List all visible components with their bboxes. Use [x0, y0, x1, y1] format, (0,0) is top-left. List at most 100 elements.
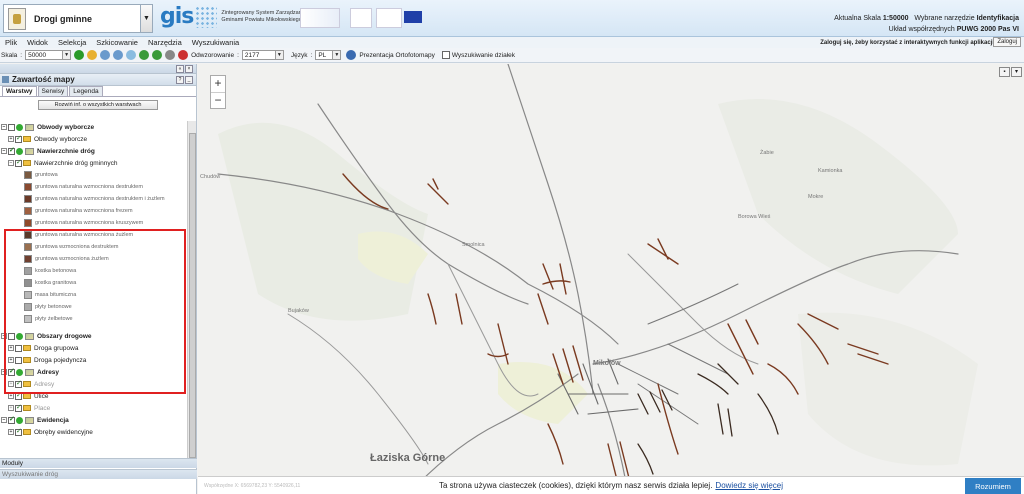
zoom-in-button[interactable]: + [211, 76, 225, 92]
lang-select-value: PL [318, 51, 327, 59]
highlight-frame [4, 229, 186, 394]
chevron-down-icon[interactable]: ▼ [274, 51, 283, 59]
collapse-icon[interactable]: − [1, 417, 7, 423]
lang-select[interactable]: PL ▼ [315, 50, 342, 60]
collapse-icon[interactable]: « [176, 65, 184, 73]
close-icon[interactable]: × [185, 65, 193, 73]
map-view[interactable]: + − ▪ ▾ Chudów Smolnica Bujaków Mikołów … [198, 64, 1024, 494]
globe-icon [346, 50, 357, 60]
menu-plik[interactable]: Plik [0, 38, 22, 47]
tree-layer-obwody[interactable]: + Obwody wyborcze [0, 133, 186, 145]
chevron-down-icon[interactable]: ▼ [140, 5, 152, 32]
collapse-icon[interactable]: − [1, 124, 7, 130]
map-label-chudow: Chudów [200, 174, 221, 180]
next-view-icon[interactable] [152, 50, 163, 60]
map-label-smolnica: Smolnica [462, 242, 485, 248]
layer-checkbox[interactable] [15, 403, 22, 412]
lang-label: Język [290, 51, 308, 59]
menu-szkicowanie[interactable]: Szkicowanie [91, 38, 143, 47]
zoom-extent-icon[interactable] [126, 50, 137, 60]
tree-group-obwody[interactable]: − Obwody wyborcze [0, 121, 186, 133]
tool-status-value: Identyfikacja [976, 15, 1019, 22]
tree-layer-place[interactable]: + Place [0, 402, 186, 414]
tree-label: Nawierzchnie dróg [37, 147, 95, 155]
folder-icon [23, 405, 31, 411]
slaskie-logo [350, 8, 372, 28]
expand-icon[interactable]: + [8, 429, 14, 435]
crs-label: Odwzorowanie [191, 51, 235, 59]
clear-icon[interactable] [178, 50, 189, 60]
previous-view-icon[interactable] [139, 50, 150, 60]
scale-input[interactable]: 50000 ▼ [25, 50, 72, 60]
scrollbar-thumb[interactable] [189, 133, 196, 458]
panel-title: Zawartość mapy [12, 75, 75, 84]
eu-flag-icon [404, 11, 422, 23]
legend-label: gruntowa naturalna wzmocniona kruszywem [35, 220, 144, 226]
map-label-bujakow: Bujaków [288, 308, 309, 314]
menu-bar: Plik Widok Selekcja Szkicowanie Narzędzi… [0, 37, 1024, 48]
tree-layer-obreby[interactable]: + Obręby ewidencyjne [0, 426, 186, 438]
group-icon [25, 147, 34, 155]
menu-selekcja[interactable]: Selekcja [53, 38, 91, 47]
login-button[interactable]: Zaloguj [993, 37, 1021, 47]
legend-item: gruntowa naturalna wzmocniona frezem [0, 205, 186, 217]
pan-icon[interactable] [87, 50, 98, 60]
zoom-in-icon[interactable] [100, 50, 111, 60]
chevron-down-icon[interactable]: ▼ [332, 51, 341, 59]
tree-group-nawierzchnie[interactable]: − Nawierzchnie dróg [0, 145, 186, 157]
settings-icon[interactable]: ▾ [1011, 67, 1022, 77]
crs-select[interactable]: 2177 ▼ [241, 50, 284, 60]
gmina-select[interactable]: Drogi gminne ▼ [3, 4, 153, 33]
expand-all-button[interactable]: Rozwiń inf. o wszystkich warstwach [38, 100, 158, 110]
chevron-down-icon[interactable]: ▼ [62, 51, 71, 59]
menu-widok[interactable]: Widok [22, 38, 53, 47]
tree-layer-nawierzchnie-gminne[interactable]: − Nawierzchnie dróg gminnych [0, 157, 186, 169]
gis-dots-icon [195, 5, 218, 28]
minimize-icon[interactable]: _ [185, 76, 193, 84]
layer-checkbox[interactable] [15, 134, 22, 143]
tab-serwisy[interactable]: Serwisy [37, 86, 69, 96]
comment-icon[interactable]: ▪ [999, 67, 1010, 77]
parcel-search[interactable]: Wyszukiwanie działek [441, 51, 515, 59]
collapse-icon[interactable]: − [8, 160, 14, 166]
login-note: Zaloguj się, żeby korzystać z interaktyw… [820, 39, 994, 46]
legend-swatch [24, 171, 32, 179]
tree-label: Nawierzchnie dróg gminnych [34, 159, 118, 167]
legend-label: gruntowa naturalna wzmocniona destruktem [35, 184, 143, 190]
layer-checkbox[interactable] [15, 158, 22, 167]
tree-scrollbar[interactable] [187, 121, 196, 458]
tree-label: Obwody wyborcze [37, 123, 95, 131]
sidebar-tabs: Warstwy Serwisy Legenda [0, 86, 196, 97]
parcel-search-icon [441, 51, 450, 59]
ortho-link[interactable]: Prezentacja Ortofotomapy [359, 52, 435, 59]
tab-warstwy[interactable]: Warstwy [2, 86, 37, 96]
tab-moduly[interactable]: Moduły [0, 458, 197, 468]
legend-swatch [24, 183, 32, 191]
cookie-accept-button[interactable]: Rozumiem [965, 478, 1021, 494]
menu-wyszukiwania[interactable]: Wyszukiwania [187, 38, 244, 47]
scale-status-value: 1:50000 [882, 15, 909, 22]
legend-swatch [24, 207, 32, 215]
layer-checkbox[interactable] [8, 123, 15, 131]
tab-wyszukiwanie-drog[interactable]: Wyszukiwanie dróg [0, 469, 197, 479]
collapse-icon[interactable]: − [1, 148, 7, 154]
zoom-out-button[interactable]: − [211, 92, 225, 108]
info-icon[interactable] [165, 50, 176, 60]
folder-icon [23, 429, 31, 435]
layer-checkbox[interactable] [8, 146, 15, 155]
layer-checkbox[interactable] [15, 427, 22, 436]
zoom-out-icon[interactable] [113, 50, 124, 60]
tree-label: Obręby ewidencyjne [34, 428, 93, 436]
tab-legenda[interactable]: Legenda [69, 86, 103, 96]
menu-narzedzia[interactable]: Narzędzia [143, 38, 187, 47]
refresh-icon[interactable] [74, 50, 85, 60]
map-canvas[interactable] [198, 64, 1024, 494]
expand-icon[interactable]: + [8, 405, 14, 411]
expand-icon[interactable]: + [8, 136, 14, 142]
tree-label: Obwody wyborcze [34, 135, 88, 143]
layer-checkbox[interactable] [8, 415, 15, 424]
cookie-more-link[interactable]: Dowiedz się więcej [715, 481, 783, 490]
tab-moduly-label: Moduły [2, 460, 23, 467]
help-icon[interactable]: ? [176, 76, 184, 84]
tree-group-ewidencja[interactable]: − Ewidencja [0, 414, 186, 426]
